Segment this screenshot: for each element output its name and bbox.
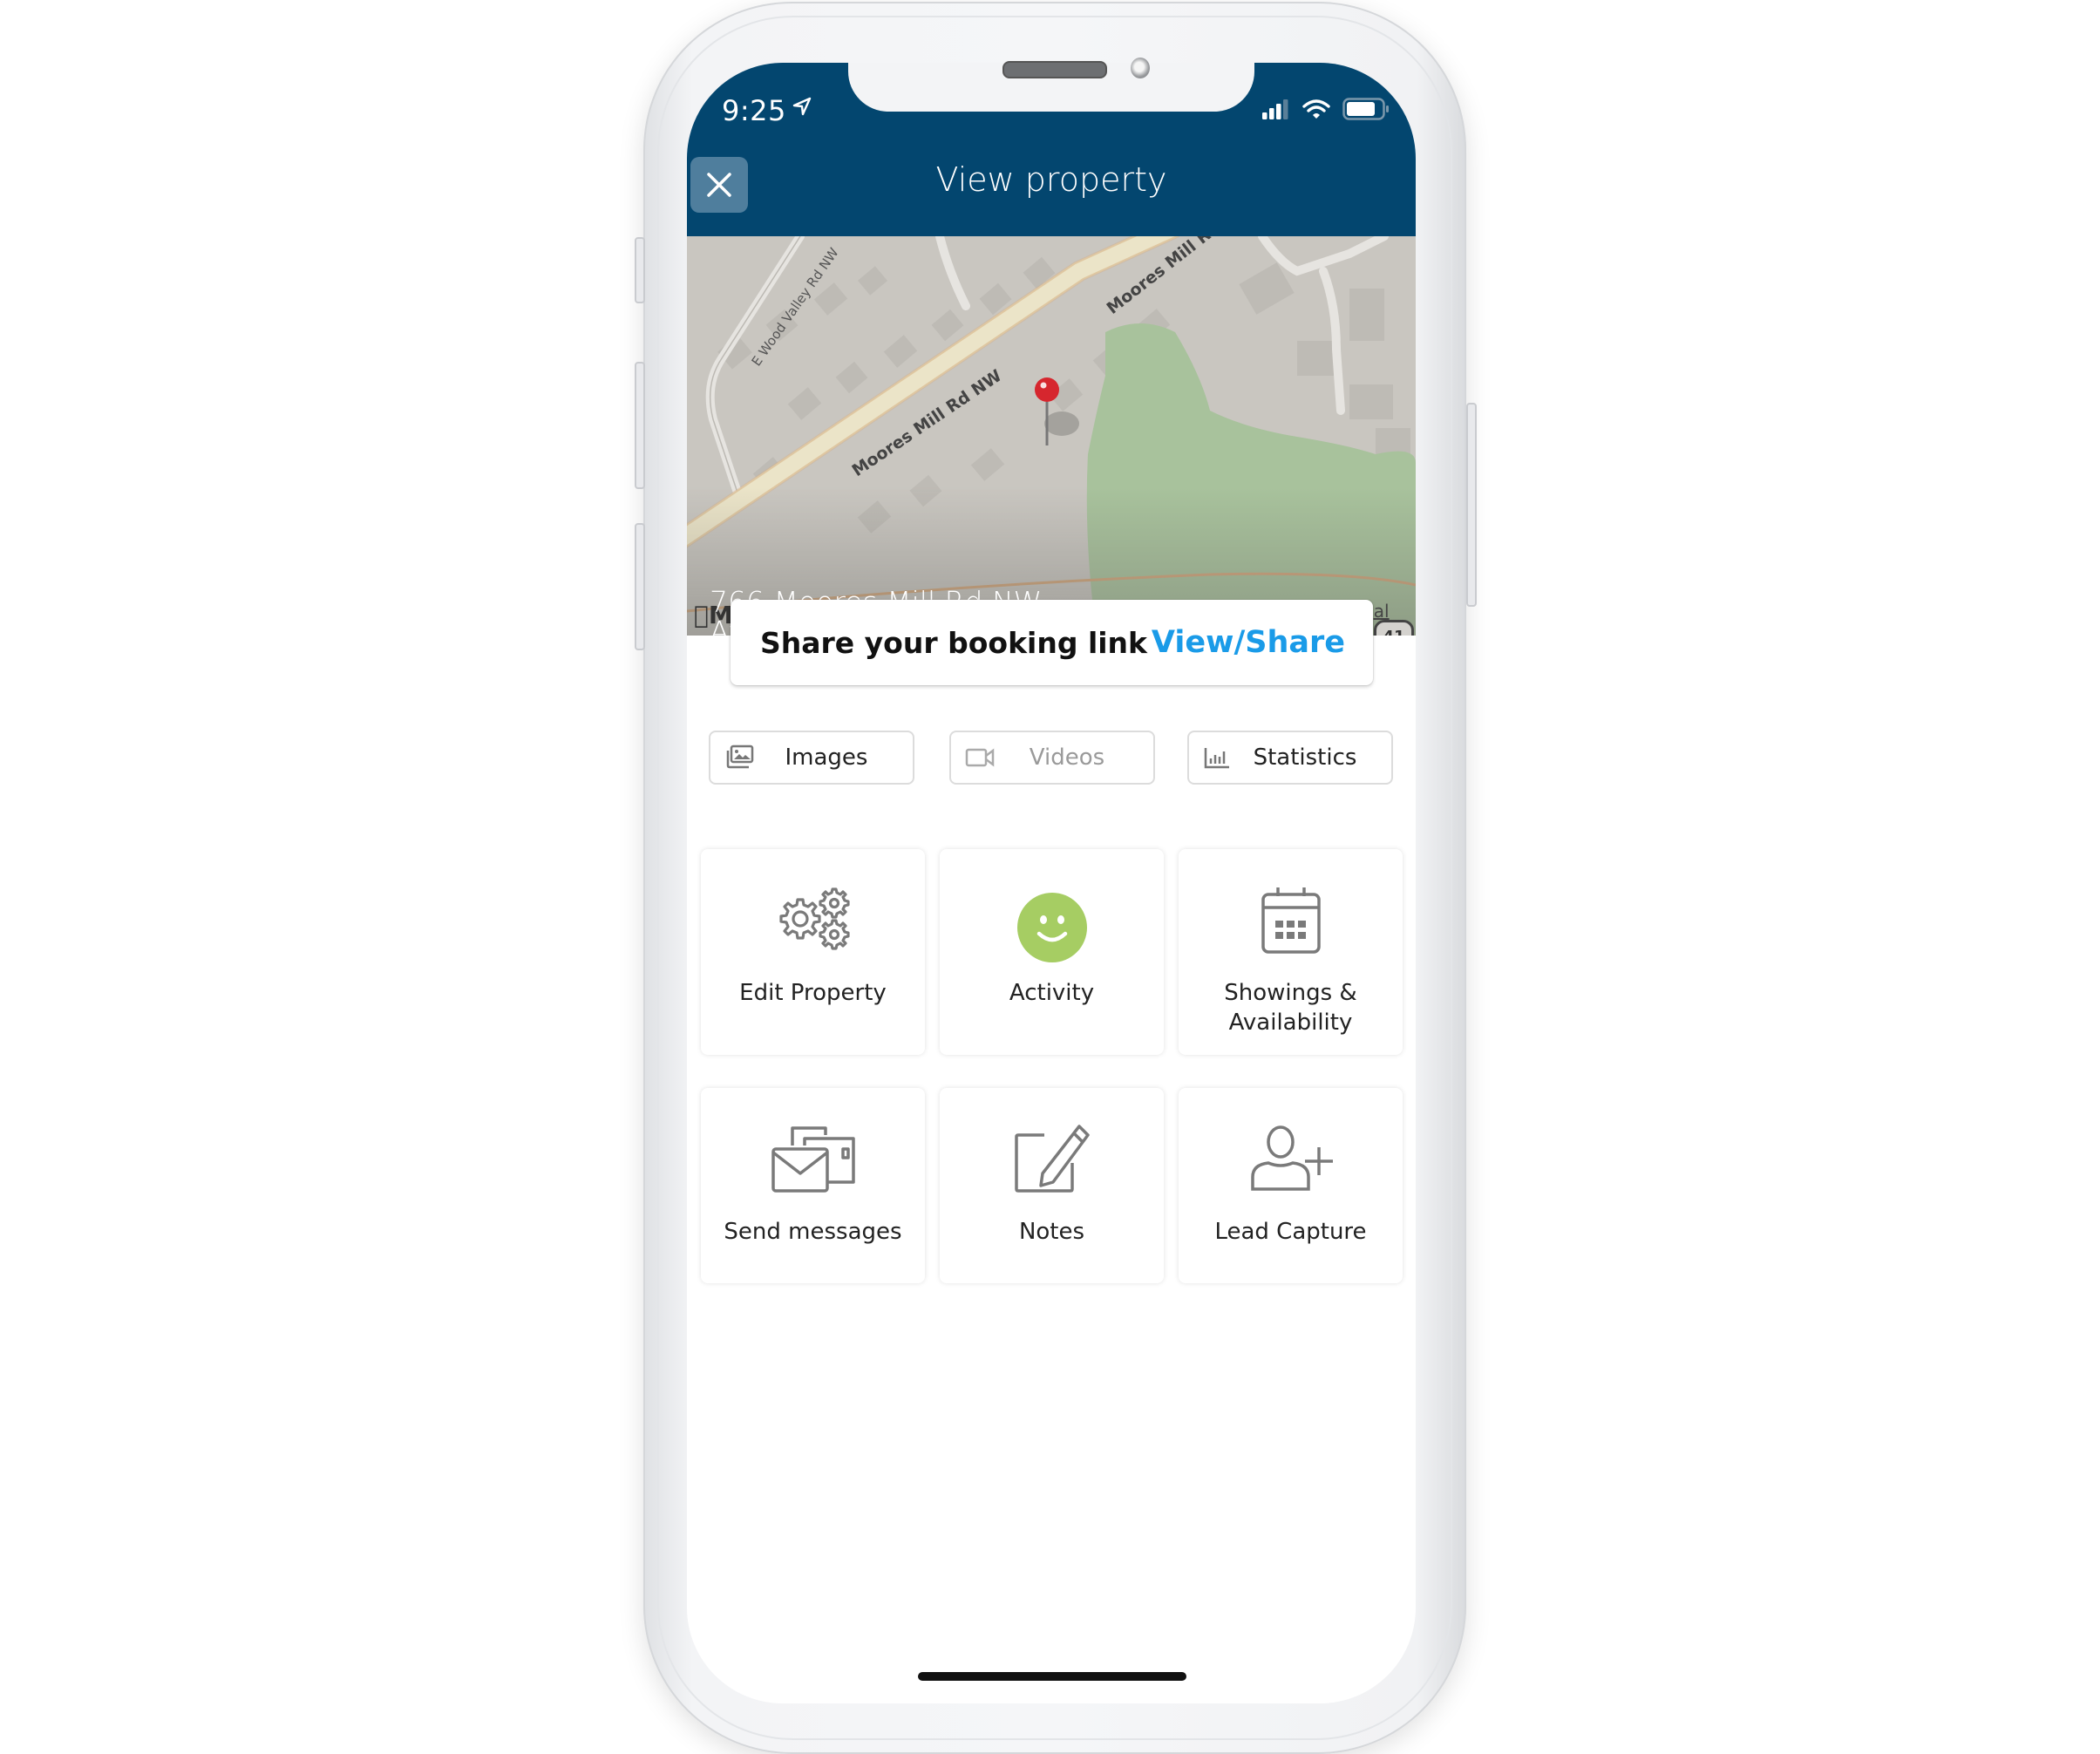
front-camera — [1131, 58, 1150, 78]
tile-label: Notes — [1018, 1219, 1085, 1245]
tile-notes[interactable]: Notes — [940, 1088, 1164, 1283]
tile-label: Send messages — [724, 1219, 902, 1245]
tile-showings-availability[interactable]: Showings & Availability — [1179, 849, 1403, 1055]
edit-note-icon — [1014, 1125, 1090, 1193]
add-user-icon — [1250, 1125, 1333, 1191]
signal-icon — [1262, 99, 1288, 119]
signal-bar — [1283, 99, 1288, 119]
tile-label: Lead Capture — [1214, 1219, 1367, 1245]
images-label: Images — [785, 744, 868, 771]
status-icons — [1261, 98, 1390, 120]
wifi-icon — [1302, 99, 1330, 119]
page-title: View property — [935, 160, 1167, 199]
mute-switch — [635, 237, 645, 303]
tile-send-messages[interactable]: Send messages — [701, 1088, 925, 1283]
tile-edit-property[interactable]: Edit Property — [701, 849, 925, 1055]
signal-bar — [1269, 108, 1274, 119]
power-button — [1466, 403, 1477, 607]
home-indicator[interactable] — [918, 1672, 1186, 1681]
gears-icon — [778, 887, 850, 950]
property-map[interactable]: E Wood Valley Rd NW Moores Mill Rd NW Mo… — [687, 236, 1416, 636]
phone-screen: 9:25 View property E Wood Valley Rd NW M… — [687, 63, 1416, 1703]
signal-bar — [1262, 112, 1267, 119]
images-button[interactable]: Images — [709, 731, 914, 785]
tile-lead-capture[interactable]: Lead Capture — [1179, 1088, 1403, 1283]
tile-activity[interactable]: Activity — [940, 849, 1164, 1055]
share-booking-card: Share your booking link View/Share — [731, 600, 1373, 685]
signal-bar — [1276, 104, 1281, 119]
messages-icon — [771, 1126, 855, 1193]
map-pin-icon[interactable] — [1035, 377, 1059, 402]
volume-up-button — [635, 362, 645, 489]
tile-label: Edit Property — [739, 980, 887, 1006]
status-time: 9:25 — [722, 94, 786, 127]
volume-down-button — [635, 523, 645, 650]
share-booking-title: Share your booking link — [760, 625, 1148, 660]
tile-label: Activity — [1009, 980, 1095, 1006]
smiley-icon — [1016, 893, 1087, 962]
videos-label: Videos — [1029, 744, 1105, 771]
view-share-link[interactable]: View/Share — [1152, 625, 1345, 660]
earpiece-speaker — [1002, 61, 1107, 78]
location-arrow-icon — [792, 97, 812, 116]
statistics-button[interactable]: Statistics — [1187, 731, 1393, 785]
calendar-icon — [1261, 887, 1321, 954]
highway-shield: 41 — [1374, 620, 1414, 636]
statistics-label: Statistics — [1253, 744, 1357, 771]
tile-label: Showings & Availability — [1224, 980, 1357, 1036]
videos-button[interactable]: Videos — [949, 731, 1155, 785]
pin-shadow — [1044, 411, 1079, 436]
battery-icon — [1342, 98, 1389, 120]
